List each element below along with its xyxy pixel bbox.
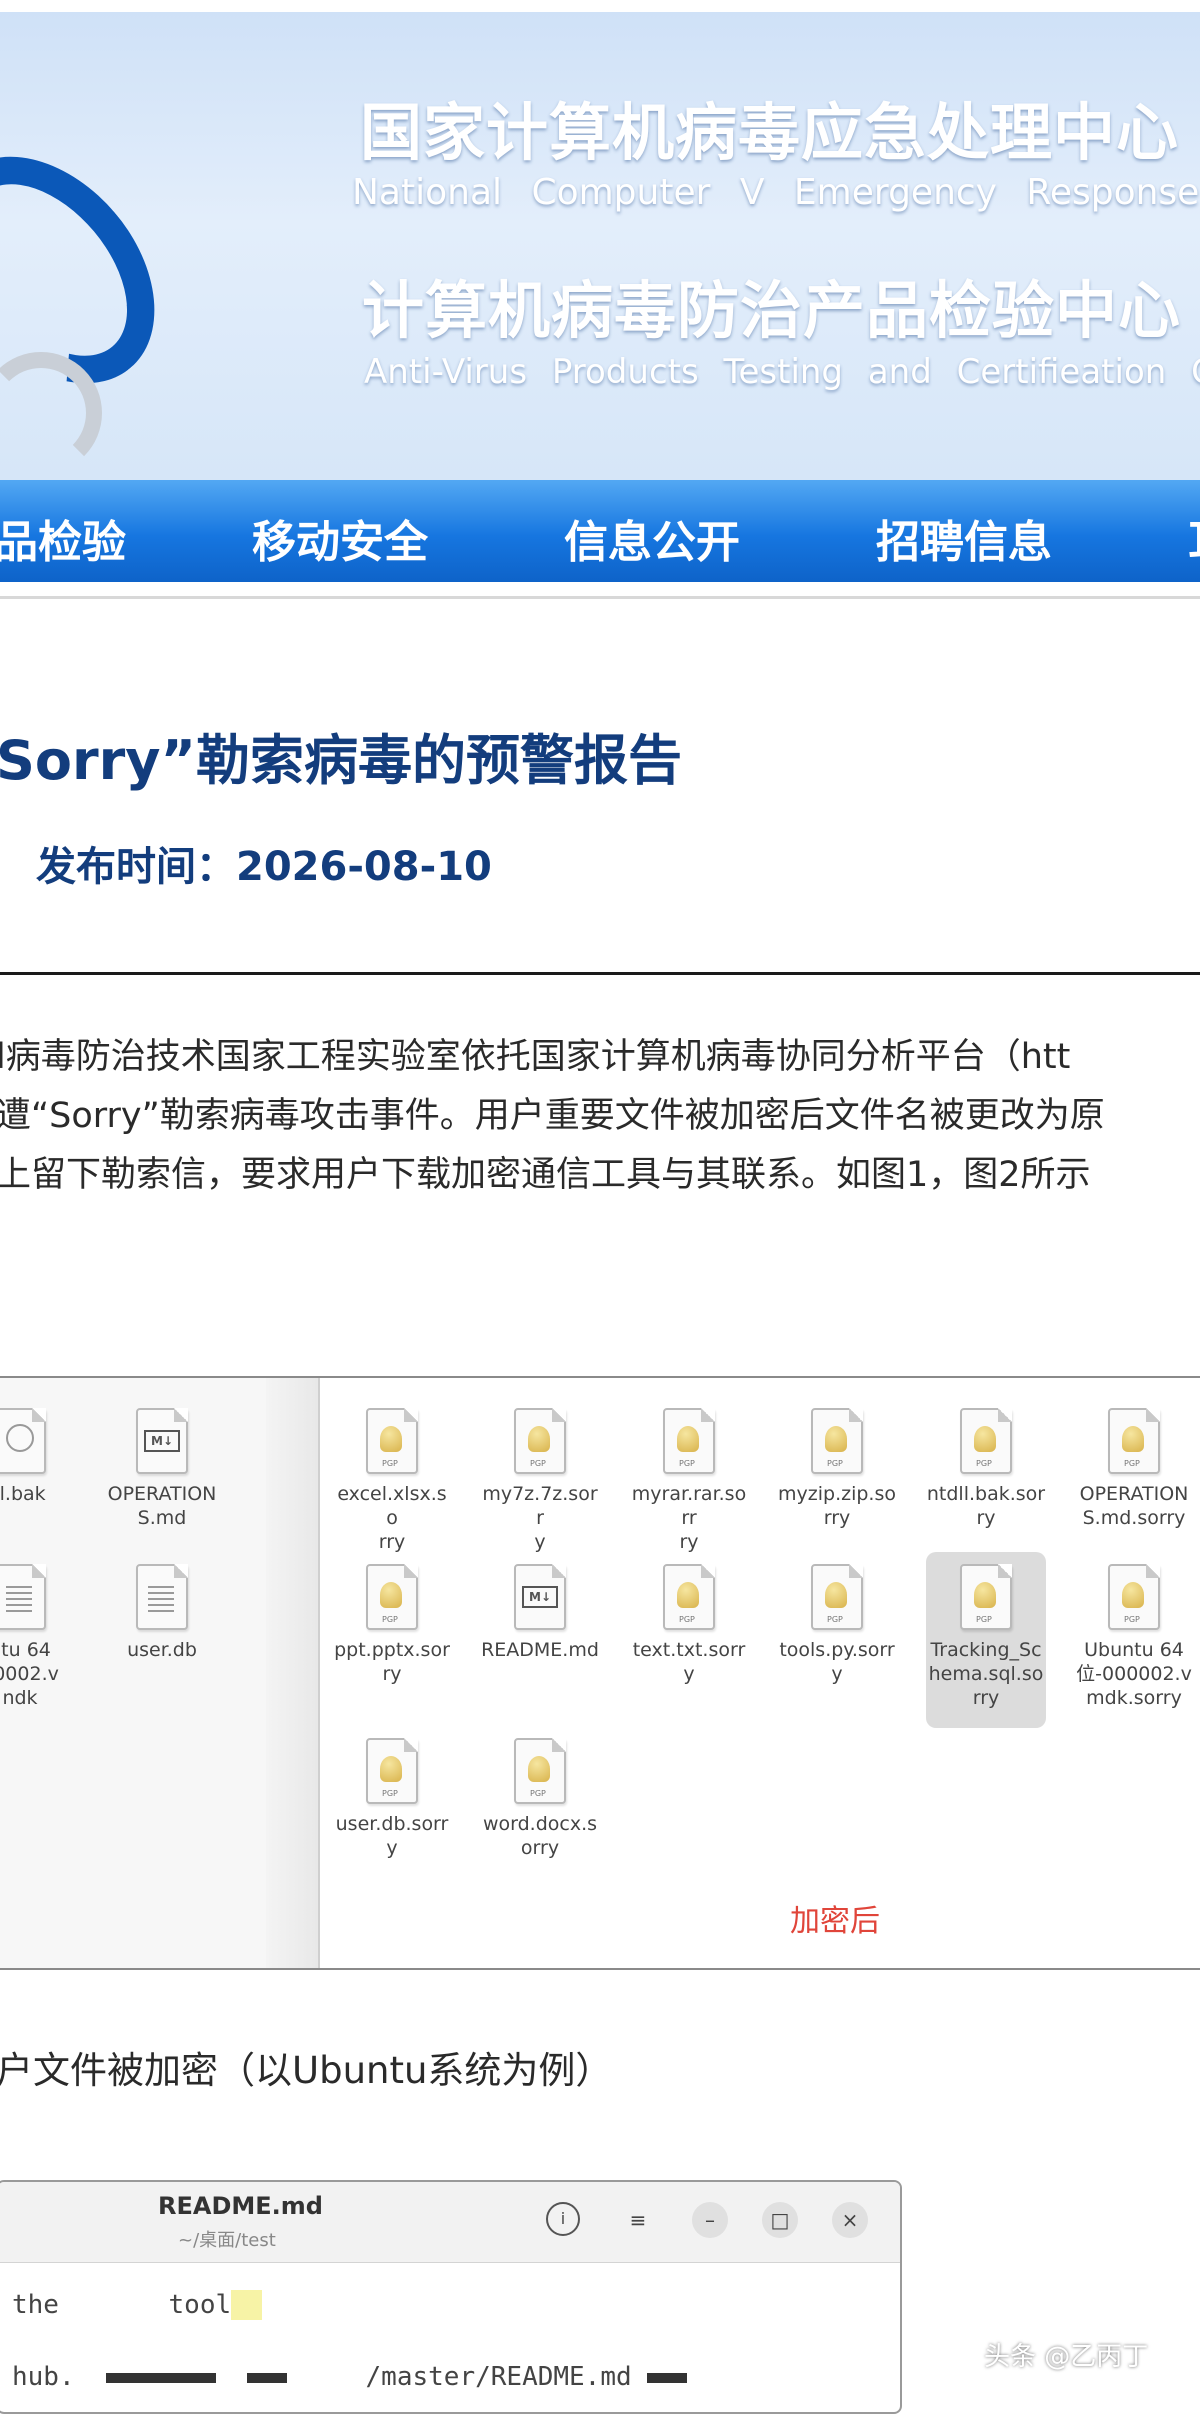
file-item[interactable]: user.db (102, 1564, 222, 1662)
nav-item-partial[interactable]: 耳 (1188, 506, 1200, 570)
file-name: text.txt.sorr y (632, 1639, 746, 1685)
file-name: ll.bak (0, 1483, 46, 1505)
editor-file-path: ~/桌面/test (178, 2230, 276, 2251)
encrypted-file-icon: PGP (811, 1564, 863, 1630)
before-pane: ll.bak M↓ OPERATIONS.md ntu 6400002.vndk… (0, 1378, 266, 1968)
nav-item-mobile-security[interactable]: 移动安全 (252, 506, 428, 570)
editor-titlebar: README.md ~/桌面/test i ≡ – □ × (0, 2182, 900, 2263)
file-name: ppt.pptx.sor ry (334, 1639, 450, 1685)
minimize-icon[interactable]: – (692, 2202, 728, 2238)
file-name: Ubuntu 64 位-000002.v mdk.sorry (1076, 1639, 1192, 1709)
file-name: myrar.rar.sorr ry (631, 1483, 747, 1553)
file-name: tools.py.sorr y (779, 1639, 895, 1685)
file-item-selected[interactable]: PGP Tracking_Sc hema.sql.so rry (926, 1552, 1046, 1728)
file-item[interactable]: M↓ OPERATION S.md (102, 1408, 222, 1530)
encrypted-file-icon: PGP (960, 1564, 1012, 1630)
encrypted-file-icon: PGP (366, 1408, 418, 1474)
file-name: word.docx.s orry (482, 1813, 598, 1859)
article-title: Sorry”勒索病毒的预警报告 (0, 729, 682, 792)
markdown-file-icon: M↓ (136, 1408, 188, 1474)
paragraph-line: 遭“Sorry”勒索病毒攻击事件。用户重要文件被加密后文件名被更改为原 (0, 1096, 1105, 1136)
markdown-file-icon: M↓ (514, 1564, 566, 1630)
file-name: myzip.zip.so rry (778, 1483, 896, 1529)
file-name: my7z.7z.sorr y (482, 1483, 598, 1553)
publish-date: 发布时间：2026-08-10 (36, 844, 492, 890)
file-item[interactable]: PGP Ubuntu 64 位-000002.v mdk.sorry (1074, 1564, 1194, 1710)
watermark: 头条 @乙丙丁 (984, 2342, 1149, 2372)
nav-item-recruitment[interactable]: 招聘信息 (876, 506, 1052, 570)
figure-caption: 户文件被加密（以Ubuntu系统为例） (0, 2049, 613, 2092)
document-file-icon (136, 1564, 188, 1630)
file-name: excel.xlsx.so rry (337, 1483, 447, 1553)
file-name: ntdll.bak.sor ry (926, 1483, 1046, 1529)
pane-separator (266, 1378, 320, 1968)
paragraph-line: 上留下勒索信，要求用户下载加密通信工具与其联系。如图1，图2所示 (0, 1155, 1091, 1195)
site-banner: 国家计算机病毒应急处理中心 National Computer V Emerge… (0, 12, 1200, 482)
paragraph-line: l病毒防治技术国家工程实验室依托国家计算机病毒协同分析平台（htt (0, 1037, 1071, 1077)
banner-title-en-2: Anti-Virus Products Testing and Certifie… (364, 352, 1200, 392)
main-nav: 品检验 移动安全 信息公开 招聘信息 耳 (0, 480, 1200, 582)
file-item[interactable]: PGP ppt.pptx.sor ry (332, 1564, 452, 1686)
file-item[interactable]: PGP tools.py.sorr y (777, 1564, 897, 1686)
file-name: OPERATION S.md (107, 1483, 217, 1529)
file-item[interactable]: PGP excel.xlsx.so rry (332, 1408, 452, 1554)
encrypted-file-icon: PGP (811, 1408, 863, 1474)
file-item[interactable]: M↓ README.md (480, 1564, 600, 1662)
file-item[interactable]: PGP ntdll.bak.sor ry (926, 1408, 1046, 1530)
file-name: ntu 6400002.vndk (0, 1639, 59, 1709)
nav-divider (0, 596, 1200, 599)
menu-icon[interactable]: ≡ (620, 2202, 656, 2238)
encrypted-file-icon: PGP (514, 1738, 566, 1804)
file-item[interactable]: PGP OPERATION S.md.sorry (1074, 1408, 1194, 1530)
nav-item-info-disclosure[interactable]: 信息公开 (564, 506, 740, 570)
file-name: OPERATION S.md.sorry (1079, 1483, 1189, 1529)
encrypted-file-icon: PGP (514, 1408, 566, 1474)
encrypted-file-icon: PGP (663, 1564, 715, 1630)
file-item[interactable]: PGP my7z.7z.sorr y (480, 1408, 600, 1554)
clock-file-icon (0, 1408, 46, 1474)
document-file-icon (0, 1564, 46, 1630)
file-item[interactable]: PGP text.txt.sorr y (629, 1564, 749, 1686)
encrypted-file-icon: PGP (366, 1564, 418, 1630)
file-item[interactable]: ntu 6400002.vndk (0, 1564, 80, 1710)
file-item[interactable]: PGP myrar.rar.sorr ry (629, 1408, 749, 1554)
encrypted-file-icon: PGP (663, 1408, 715, 1474)
file-name: Tracking_Sc hema.sql.so rry (928, 1639, 1044, 1709)
file-item[interactable]: PGP myzip.zip.so rry (777, 1408, 897, 1530)
file-name: README.md (481, 1639, 599, 1661)
editor-line: hub. /master/README.md (12, 2362, 688, 2392)
editor-file-name: README.md (158, 2192, 323, 2220)
file-name: user.db (127, 1639, 197, 1661)
banner-title-cn-1: 国家计算机病毒应急处理中心 (360, 96, 1180, 169)
file-name: user.db.sorr y (335, 1813, 449, 1859)
file-item[interactable]: PGP user.db.sorr y (332, 1738, 452, 1860)
banner-title-en-1: National Computer V Emergency Response (352, 172, 1200, 213)
info-icon[interactable]: i (546, 2202, 580, 2236)
encrypted-file-icon: PGP (1108, 1408, 1160, 1474)
maximize-icon[interactable]: □ (762, 2202, 798, 2238)
file-item[interactable]: ll.bak (0, 1408, 80, 1506)
editor-window: README.md ~/桌面/test i ≡ – □ × the tool h… (0, 2180, 902, 2414)
header-divider (0, 972, 1200, 975)
banner-title-cn-2: 计算机病毒防治产品检验中心 (362, 274, 1182, 347)
nav-item-product-testing[interactable]: 品检验 (0, 506, 126, 570)
close-icon[interactable]: × (832, 2202, 868, 2238)
encrypted-file-icon: PGP (366, 1738, 418, 1804)
file-manager-screenshot: ll.bak M↓ OPERATIONS.md ntu 6400002.vndk… (0, 1376, 1200, 1970)
encrypted-file-icon: PGP (960, 1408, 1012, 1474)
editor-line: the tool (12, 2290, 263, 2320)
after-encryption-label: 加密后 (790, 1904, 880, 1939)
file-item[interactable]: PGP word.docx.s orry (480, 1738, 600, 1860)
encrypted-file-icon: PGP (1108, 1564, 1160, 1630)
